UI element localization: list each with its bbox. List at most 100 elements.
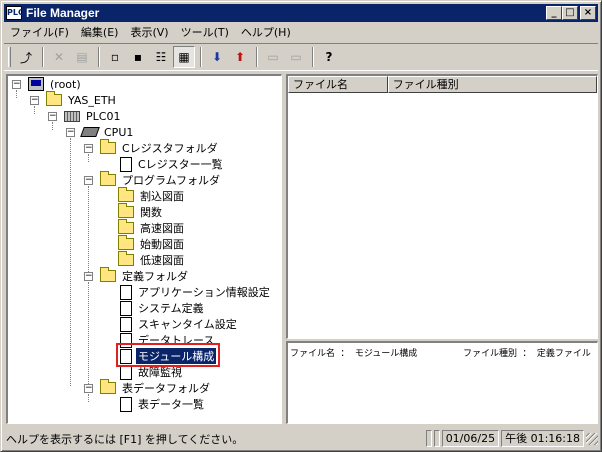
tree-node-functions[interactable]: 関数 <box>100 203 164 220</box>
download-button[interactable]: ⬇ <box>206 46 228 68</box>
delete-button[interactable]: ✕ <box>48 46 70 68</box>
tree-node-table-data-folder[interactable]: − 表データフォルダ <box>82 379 212 396</box>
help-button[interactable]: ? <box>318 46 340 68</box>
resize-grip[interactable] <box>586 432 598 445</box>
collapse-toggle[interactable]: − <box>84 384 93 393</box>
tree-node-c-register-list[interactable]: Cレジスター一覧 <box>100 156 225 172</box>
document-icon <box>120 300 132 316</box>
folder-icon <box>118 203 134 218</box>
plc-icon <box>64 110 80 122</box>
tree-node-label: 割込図面 <box>140 190 184 203</box>
menu-bar: ファイル(F) 編集(E) 表示(V) ツール(T) ヘルプ(H) <box>4 23 598 41</box>
link-1-button[interactable]: ▭ <box>262 46 284 68</box>
up-folder-icon: ⤴ <box>19 50 32 65</box>
tree-line <box>88 186 89 274</box>
properties-button[interactable]: ▤ <box>71 46 93 68</box>
tree-node-c-register-folder[interactable]: − Cレジスタフォルダ <box>82 139 220 156</box>
tree-node-label: Cレジスター一覧 <box>138 158 223 171</box>
tree-node-startup-drawing[interactable]: 始動図面 <box>100 235 186 252</box>
menu-edit[interactable]: 編集(E) <box>75 24 125 40</box>
column-header-filetype[interactable]: ファイル種別 <box>387 76 597 93</box>
tree-node-plc01[interactable]: − PLC01 <box>46 108 122 124</box>
large-icons-button[interactable]: ▫ <box>104 46 126 68</box>
folder-icon <box>118 251 134 266</box>
list-view-button[interactable]: ☷ <box>150 46 172 68</box>
app-icon: PLC <box>6 6 24 20</box>
link-2-icon: ▭ <box>290 50 302 64</box>
collapse-toggle[interactable]: − <box>48 112 57 121</box>
tree-line <box>70 138 71 386</box>
folder-icon <box>118 235 134 250</box>
tree-line <box>88 282 89 386</box>
status-help-text: ヘルプを表示するには [F1] を押してください。 <box>6 432 244 446</box>
toolbar-separator <box>312 47 314 67</box>
folder-icon <box>100 267 116 282</box>
tree-node-cpu1[interactable]: − CPU1 <box>64 124 135 140</box>
collapse-toggle[interactable]: − <box>84 176 93 185</box>
delete-icon: ✕ <box>53 50 65 64</box>
collapse-toggle[interactable]: − <box>84 272 93 281</box>
tree-node-label: 表データフォルダ <box>122 382 210 395</box>
tree-node-system-definition[interactable]: システム定義 <box>100 300 206 316</box>
tree-node-label: 表データ一覧 <box>138 398 204 411</box>
toolbar: ⤴ ✕ ▤ ▫ ▪ ☷ ▦ ⬇ ⬆ ▭ ▭ ? <box>4 43 598 71</box>
tree-node-label: 関数 <box>140 206 162 219</box>
tree-node-fault-monitoring[interactable]: 故障監視 <box>100 364 184 380</box>
computer-icon <box>28 77 44 91</box>
tree-node-label: データトレース <box>138 334 215 347</box>
tree-node-program-folder[interactable]: − プログラムフォルダ <box>82 171 222 188</box>
details-view-button[interactable]: ▦ <box>173 46 195 68</box>
close-button[interactable]: × <box>580 6 596 20</box>
menu-view[interactable]: 表示(V) <box>124 24 174 40</box>
folder-tree[interactable]: − (root) − YAS_ETH − PLC01 − CPU1 − Cレジス… <box>6 74 282 424</box>
folder-icon <box>100 379 116 394</box>
upload-button[interactable]: ⬆ <box>229 46 251 68</box>
status-time: 午後 01:16:18 <box>501 430 584 447</box>
tree-node-label: CPU1 <box>104 125 134 139</box>
download-icon: ⬇ <box>211 50 223 64</box>
tree-node-scan-time-settings[interactable]: スキャンタイム設定 <box>100 316 239 332</box>
maximize-button[interactable]: □ <box>562 6 578 20</box>
toolbar-separator <box>42 47 44 67</box>
menu-file[interactable]: ファイル(F) <box>4 24 75 40</box>
tree-node-definition-folder[interactable]: − 定義フォルダ <box>82 267 190 284</box>
list-view-icon: ☷ <box>155 50 167 64</box>
collapse-toggle[interactable]: − <box>30 96 39 105</box>
file-list-view[interactable]: ファイル名 ファイル種別 <box>286 74 598 339</box>
tree-node-yas-eth[interactable]: − YAS_ETH <box>28 91 118 108</box>
link-1-icon: ▭ <box>267 50 279 64</box>
column-header-filename[interactable]: ファイル名 <box>288 76 388 93</box>
tree-node-label: 定義フォルダ <box>122 270 188 283</box>
up-folder-button[interactable]: ⤴ <box>15 46 37 68</box>
title-bar[interactable]: PLC File Manager _ □ × <box>4 4 598 22</box>
tree-node-module-configuration[interactable]: モジュール構成 <box>100 348 217 364</box>
help-icon: ? <box>325 50 333 64</box>
toolbar-grip[interactable] <box>8 47 11 67</box>
collapse-toggle[interactable]: − <box>12 80 21 89</box>
minimize-button[interactable]: _ <box>546 6 562 20</box>
link-2-button[interactable]: ▭ <box>285 46 307 68</box>
cpu-icon <box>80 127 100 137</box>
collapse-toggle[interactable]: − <box>66 128 75 137</box>
menu-tools[interactable]: ツール(T) <box>175 24 235 40</box>
window-title: File Manager <box>26 6 100 20</box>
tree-node-label: 始動図面 <box>140 238 184 251</box>
document-icon <box>120 348 132 364</box>
tree-node-label: Cレジスタフォルダ <box>122 142 218 155</box>
small-icons-icon: ▪ <box>133 50 143 64</box>
menu-help[interactable]: ヘルプ(H) <box>235 24 297 40</box>
document-icon <box>120 332 132 348</box>
tree-node-low-speed-drawing[interactable]: 低速図面 <box>100 251 186 268</box>
tree-node-high-speed-drawing[interactable]: 高速図面 <box>100 219 186 236</box>
tree-node-data-trace[interactable]: データトレース <box>100 332 216 348</box>
collapse-toggle[interactable]: − <box>84 144 93 153</box>
tree-node-table-data-list[interactable]: 表データ一覧 <box>100 396 206 412</box>
tree-node-app-info-settings[interactable]: アプリケーション情報設定 <box>100 284 272 300</box>
tree-node-root[interactable]: − (root) <box>10 76 83 92</box>
small-icons-button[interactable]: ▪ <box>127 46 149 68</box>
info-filename: ファイル名 ： モジュール構成 <box>290 349 418 359</box>
tree-node-interrupt-drawing[interactable]: 割込図面 <box>100 187 186 204</box>
folder-icon <box>100 171 116 186</box>
tree-node-label: (root) <box>50 77 81 91</box>
properties-icon: ▤ <box>76 50 88 64</box>
